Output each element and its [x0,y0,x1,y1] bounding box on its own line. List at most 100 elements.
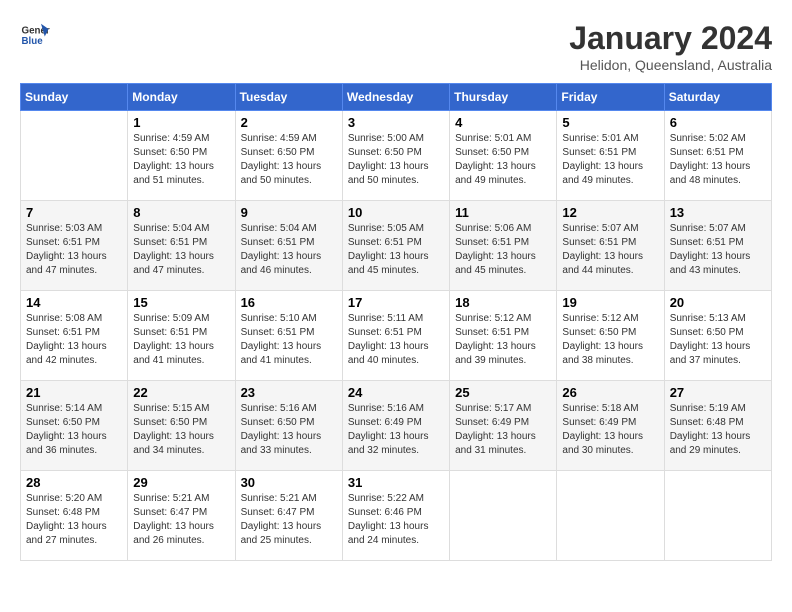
calendar-cell: 6 Sunrise: 5:02 AMSunset: 6:51 PMDaylight… [664,111,771,201]
calendar-cell: 21Sunrise: 5:14 AMSunset: 6:50 PMDayligh… [21,381,128,471]
day-number: 19 [562,295,658,310]
day-number: 8 [133,205,229,220]
day-info: Sunrise: 5:02 AMSunset: 6:51 PMDaylight:… [670,132,766,188]
day-number: 18 [455,295,551,310]
calendar-cell: 14Sunrise: 5:08 AMSunset: 6:51 PMDayligh… [21,291,128,381]
day-number: 9 [241,205,337,220]
day-number: 26 [562,385,658,400]
day-number: 20 [670,295,766,310]
calendar-cell: 1 Sunrise: 4:59 AMSunset: 6:50 PMDaylight… [128,111,235,201]
day-number: 31 [348,475,444,490]
calendar-cell: 26 Sunrise: 5:18 AMSunset: 6:49 PMDayligh… [557,381,664,471]
calendar-cell: 5 Sunrise: 5:01 AMSunset: 6:51 PMDaylight… [557,111,664,201]
day-number: 7 [26,205,122,220]
day-number: 4 [455,115,551,130]
day-info: Sunrise: 5:06 AMSunset: 6:51 PMDaylight:… [455,222,551,278]
day-info: Sunrise: 4:59 AMSunset: 6:50 PMDaylight:… [133,132,229,188]
day-number: 5 [562,115,658,130]
day-info: Sunrise: 5:04 AMSunset: 6:51 PMDaylight:… [241,222,337,278]
day-number: 17 [348,295,444,310]
day-number: 11 [455,205,551,220]
day-number: 12 [562,205,658,220]
day-number: 6 [670,115,766,130]
day-info: Sunrise: 5:07 AMSunset: 6:51 PMDaylight:… [670,222,766,278]
day-info: Sunrise: 5:04 AMSunset: 6:51 PMDaylight:… [133,222,229,278]
day-number: 1 [133,115,229,130]
calendar-cell: 27Sunrise: 5:19 AMSunset: 6:48 PMDayligh… [664,381,771,471]
calendar-cell: 23 Sunrise: 5:16 AMSunset: 6:50 PMDayligh… [235,381,342,471]
header: General Blue January 2024 Helidon, Queen… [20,20,772,73]
day-info: Sunrise: 5:09 AMSunset: 6:51 PMDaylight:… [133,312,229,368]
calendar-cell: 18Sunrise: 5:12 AMSunset: 6:51 PMDayligh… [450,291,557,381]
calendar-cell: 13 Sunrise: 5:07 AMSunset: 6:51 PMDayligh… [664,201,771,291]
day-number: 22 [133,385,229,400]
day-info: Sunrise: 5:07 AMSunset: 6:51 PMDaylight:… [562,222,658,278]
week-row-2: 14Sunrise: 5:08 AMSunset: 6:51 PMDayligh… [21,291,772,381]
day-info: Sunrise: 5:22 AMSunset: 6:46 PMDaylight:… [348,492,444,548]
calendar-cell: 4 Sunrise: 5:01 AMSunset: 6:50 PMDaylight… [450,111,557,201]
day-info: Sunrise: 5:16 AMSunset: 6:49 PMDaylight:… [348,402,444,458]
day-info: Sunrise: 5:14 AMSunset: 6:50 PMDaylight:… [26,402,122,458]
day-info: Sunrise: 5:12 AMSunset: 6:50 PMDaylight:… [562,312,658,368]
day-info: Sunrise: 5:21 AMSunset: 6:47 PMDaylight:… [133,492,229,548]
day-info: Sunrise: 5:05 AMSunset: 6:51 PMDaylight:… [348,222,444,278]
header-thursday: Thursday [450,84,557,111]
calendar-cell: 2Sunrise: 4:59 AMSunset: 6:50 PMDaylight… [235,111,342,201]
logo-icon: General Blue [20,20,50,50]
day-number: 10 [348,205,444,220]
day-number: 16 [241,295,337,310]
day-number: 13 [670,205,766,220]
calendar-cell: 16Sunrise: 5:10 AMSunset: 6:51 PMDayligh… [235,291,342,381]
calendar-cell: 15 Sunrise: 5:09 AMSunset: 6:51 PMDayligh… [128,291,235,381]
calendar-cell [664,471,771,561]
week-row-3: 21Sunrise: 5:14 AMSunset: 6:50 PMDayligh… [21,381,772,471]
calendar-cell: 7 Sunrise: 5:03 AMSunset: 6:51 PMDaylight… [21,201,128,291]
day-info: Sunrise: 5:16 AMSunset: 6:50 PMDaylight:… [241,402,337,458]
header-friday: Friday [557,84,664,111]
header-saturday: Saturday [664,84,771,111]
svg-text:Blue: Blue [22,36,44,47]
calendar-cell: 28Sunrise: 5:20 AMSunset: 6:48 PMDayligh… [21,471,128,561]
calendar-cell: 3Sunrise: 5:00 AMSunset: 6:50 PMDaylight… [342,111,449,201]
main-title: January 2024 [569,20,772,57]
day-number: 23 [241,385,337,400]
week-row-0: 1 Sunrise: 4:59 AMSunset: 6:50 PMDaylight… [21,111,772,201]
day-info: Sunrise: 5:17 AMSunset: 6:49 PMDaylight:… [455,402,551,458]
day-info: Sunrise: 5:18 AMSunset: 6:49 PMDaylight:… [562,402,658,458]
day-number: 3 [348,115,444,130]
day-info: Sunrise: 5:01 AMSunset: 6:51 PMDaylight:… [562,132,658,188]
calendar-cell: 25 Sunrise: 5:17 AMSunset: 6:49 PMDayligh… [450,381,557,471]
logo: General Blue [20,20,50,50]
calendar-cell: 31 Sunrise: 5:22 AMSunset: 6:46 PMDayligh… [342,471,449,561]
calendar-cell: 30Sunrise: 5:21 AMSunset: 6:47 PMDayligh… [235,471,342,561]
calendar-cell: 24 Sunrise: 5:16 AMSunset: 6:49 PMDayligh… [342,381,449,471]
calendar-cell: 22Sunrise: 5:15 AMSunset: 6:50 PMDayligh… [128,381,235,471]
calendar-cell: 9 Sunrise: 5:04 AMSunset: 6:51 PMDaylight… [235,201,342,291]
header-tuesday: Tuesday [235,84,342,111]
calendar-cell: 20Sunrise: 5:13 AMSunset: 6:50 PMDayligh… [664,291,771,381]
week-row-1: 7 Sunrise: 5:03 AMSunset: 6:51 PMDaylight… [21,201,772,291]
day-info: Sunrise: 4:59 AMSunset: 6:50 PMDaylight:… [241,132,337,188]
day-number: 24 [348,385,444,400]
day-info: Sunrise: 5:11 AMSunset: 6:51 PMDaylight:… [348,312,444,368]
day-number: 25 [455,385,551,400]
header-monday: Monday [128,84,235,111]
calendar-cell: 8 Sunrise: 5:04 AMSunset: 6:51 PMDaylight… [128,201,235,291]
subtitle: Helidon, Queensland, Australia [569,57,772,73]
day-info: Sunrise: 5:19 AMSunset: 6:48 PMDaylight:… [670,402,766,458]
header-row: SundayMondayTuesdayWednesdayThursdayFrid… [21,84,772,111]
calendar-cell [450,471,557,561]
calendar-cell: 19 Sunrise: 5:12 AMSunset: 6:50 PMDayligh… [557,291,664,381]
calendar-table: SundayMondayTuesdayWednesdayThursdayFrid… [20,83,772,561]
day-info: Sunrise: 5:21 AMSunset: 6:47 PMDaylight:… [241,492,337,548]
day-info: Sunrise: 5:03 AMSunset: 6:51 PMDaylight:… [26,222,122,278]
day-info: Sunrise: 5:01 AMSunset: 6:50 PMDaylight:… [455,132,551,188]
calendar-cell: 17 Sunrise: 5:11 AMSunset: 6:51 PMDayligh… [342,291,449,381]
calendar-cell: 11 Sunrise: 5:06 AMSunset: 6:51 PMDayligh… [450,201,557,291]
day-info: Sunrise: 5:08 AMSunset: 6:51 PMDaylight:… [26,312,122,368]
header-sunday: Sunday [21,84,128,111]
calendar-cell: 29 Sunrise: 5:21 AMSunset: 6:47 PMDayligh… [128,471,235,561]
header-wednesday: Wednesday [342,84,449,111]
day-number: 29 [133,475,229,490]
day-number: 15 [133,295,229,310]
